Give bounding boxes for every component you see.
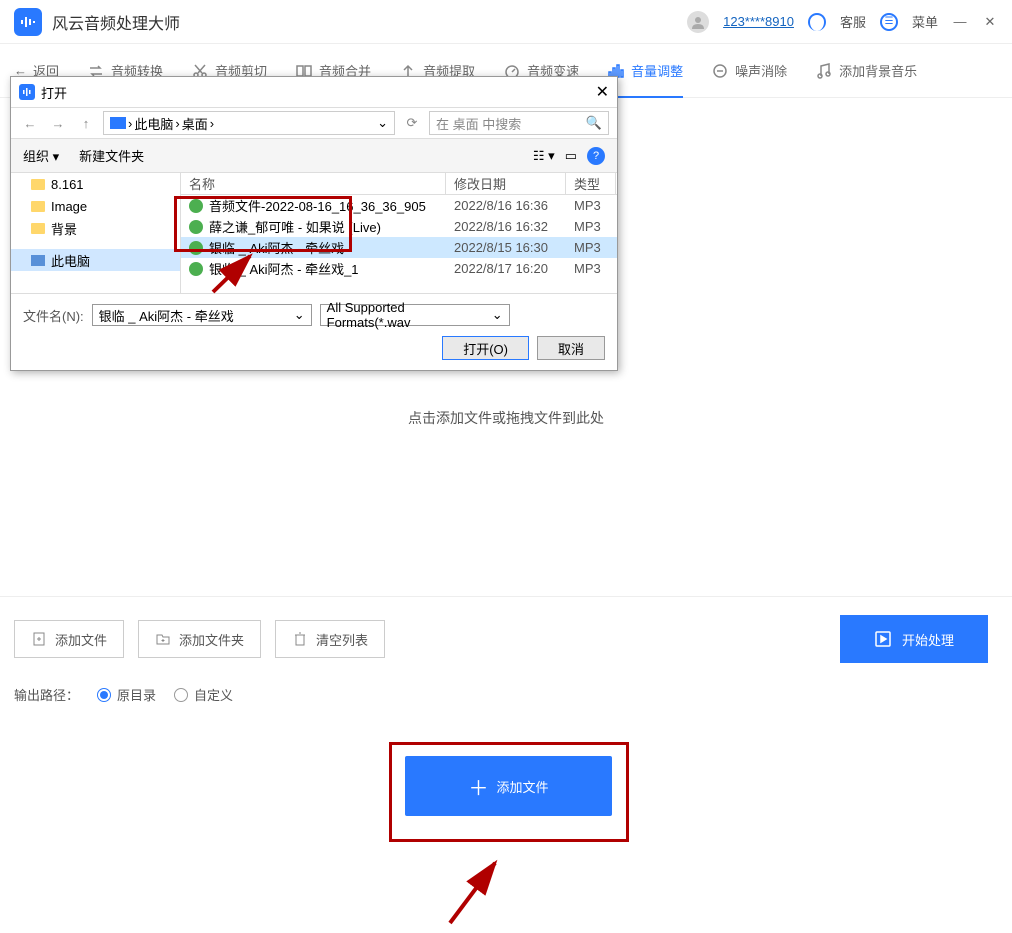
list-row-selected[interactable]: 银临 _ Aki阿杰 - 牵丝戏2022/8/15 16:30MP3 — [181, 237, 617, 258]
menu-icon[interactable]: ☰ — [880, 13, 898, 31]
list-row[interactable]: 银临 _ Aki阿杰 - 牵丝戏_12022/8/17 16:20MP3 — [181, 258, 617, 279]
nav-back-icon[interactable]: ← — [19, 112, 41, 134]
dialog-toolbar: 组织 ▾ 新建文件夹 ☷ ▾ ▭ ? — [11, 139, 617, 173]
list-row[interactable]: 音频文件-2022-08-16_16_36_36_9052022/8/16 16… — [181, 195, 617, 216]
dialog-close-icon[interactable]: ✕ — [596, 82, 609, 102]
output-row: 输出路径： 原目录 自定义 — [14, 685, 998, 704]
organize-menu[interactable]: 组织 ▾ — [23, 146, 59, 165]
dialog-nav: ← → ↑ ›此电脑›桌面› ⌄ ⟳ 在 桌面 中搜索🔍 — [11, 107, 617, 139]
file-open-dialog: 打开 ✕ ← → ↑ ›此电脑›桌面› ⌄ ⟳ 在 桌面 中搜索🔍 组织 ▾ 新… — [10, 76, 618, 371]
user-link[interactable]: 123****8910 — [723, 14, 794, 29]
list-header[interactable]: 名称 修改日期 类型 — [181, 173, 617, 195]
tree-item: 8.161 — [11, 173, 180, 195]
app-title: 风云音频处理大师 — [52, 10, 180, 34]
headset-icon[interactable] — [808, 13, 826, 31]
add-file-small-button[interactable]: 添加文件 — [14, 620, 124, 658]
new-folder-button[interactable]: 新建文件夹 — [79, 146, 144, 165]
radio-origdir[interactable]: 原目录 — [97, 685, 156, 704]
avatar-icon[interactable] — [687, 11, 709, 33]
search-input[interactable]: 在 桌面 中搜索🔍 — [429, 111, 609, 135]
tree-item-thispc: 此电脑 — [11, 249, 180, 271]
add-file-label: 添加文件 — [496, 777, 548, 796]
filename-label: 文件名(N): — [23, 306, 84, 325]
plus-icon: ＋ — [468, 772, 488, 801]
add-folder-button[interactable]: 添加文件夹 — [138, 620, 261, 658]
dialog-title: 打开 — [41, 83, 67, 102]
filename-input[interactable]: 银临 _ Aki阿杰 - 牵丝戏⌄ — [92, 304, 312, 326]
tree-item: 背景 — [11, 217, 180, 239]
radio-custom[interactable]: 自定义 — [174, 685, 233, 704]
red-arrow-icon — [440, 853, 510, 933]
help-icon[interactable]: ? — [587, 147, 605, 165]
dialog-footer: 文件名(N): 银临 _ Aki阿杰 - 牵丝戏⌄ All Supported … — [11, 293, 617, 370]
support-label[interactable]: 客服 — [840, 12, 866, 31]
clear-list-button[interactable]: 清空列表 — [275, 620, 385, 658]
tree-item: Image — [11, 195, 180, 217]
path-bar[interactable]: ›此电脑›桌面› ⌄ — [103, 111, 395, 135]
minimize-icon[interactable]: — — [952, 14, 968, 29]
view-preview-icon[interactable]: ▭ — [565, 148, 577, 164]
titlebar: 风云音频处理大师 123****8910 客服 ☰ 菜单 — ✕ — [0, 0, 1012, 44]
output-label: 输出路径： — [14, 685, 79, 704]
list-row[interactable]: 薛之谦_郁可唯 - 如果说 (Live)2022/8/16 16:32MP3 — [181, 216, 617, 237]
bottom-bar: 添加文件 添加文件夹 清空列表 开始处理 输出路径： 原目录 自定义 — [0, 596, 1012, 711]
drop-hint: 点击添加文件或拖拽文件到此处 — [0, 408, 1012, 428]
open-button[interactable]: 打开(O) — [442, 336, 529, 360]
cancel-button[interactable]: 取消 — [537, 336, 605, 360]
folder-tree[interactable]: 8.161 Image 背景 此电脑 — [11, 173, 181, 293]
start-process-button[interactable]: 开始处理 — [840, 615, 988, 663]
tab-noise[interactable]: 噪声消除 — [711, 44, 787, 98]
close-icon[interactable]: ✕ — [982, 14, 998, 30]
nav-up-icon[interactable]: ↑ — [75, 112, 97, 134]
app-logo — [14, 8, 42, 36]
pc-icon — [110, 117, 126, 129]
tab-bgmusic[interactable]: 添加背景音乐 — [815, 44, 917, 98]
tab-volume[interactable]: 音量调整 — [607, 44, 683, 98]
file-list: 名称 修改日期 类型 音频文件-2022-08-16_16_36_36_9052… — [181, 173, 617, 293]
view-list-icon[interactable]: ☷ ▾ — [533, 148, 555, 164]
dialog-titlebar: 打开 ✕ — [11, 77, 617, 107]
nav-forward-icon[interactable]: → — [47, 112, 69, 134]
dialog-logo-icon — [19, 84, 35, 100]
menu-label[interactable]: 菜单 — [912, 12, 938, 31]
format-filter[interactable]: All Supported Formats(*.wav⌄ — [320, 304, 510, 326]
refresh-icon[interactable]: ⟳ — [401, 112, 423, 134]
add-file-button[interactable]: ＋ 添加文件 — [405, 756, 612, 816]
